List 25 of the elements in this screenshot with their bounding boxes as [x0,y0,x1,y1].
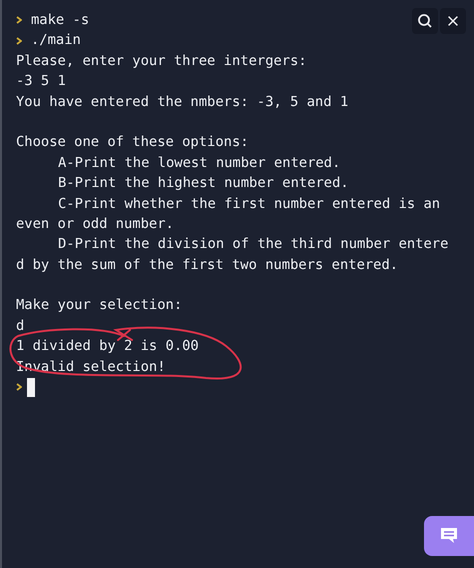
output-text: even or odd number. [16,214,174,234]
output-text: C-Print whether the first number entered is an [58,194,440,214]
output-text: d by the sum of the first two numbers entered. [16,256,398,275]
chat-icon [439,527,459,545]
prompt-icon [16,383,22,392]
output-text: A-Print the lowest number entered. [58,154,340,173]
output-text: You have entered the nmbers: -3, 5 and 1 [16,92,348,112]
command-text: make -s [31,11,90,30]
close-button[interactable] [440,8,466,34]
output-text: -3 5 1 [16,72,66,92]
command-text: ./main [31,31,81,50]
output-text: Make your selection: [16,296,182,316]
search-button[interactable] [412,8,438,34]
output-text: 1 divided by 2 is 0.00 [16,337,199,356]
search-icon [417,13,433,29]
prompt-icon [16,36,22,45]
text-cursor [27,378,35,397]
output-text: Choose one of these options: [16,133,249,152]
output-text: Please, enter your three intergers: [16,52,307,71]
close-icon [446,14,460,28]
output-text: B-Print the highest number entered. [58,174,349,194]
output-text: D-Print the division of the third number entere [58,235,448,254]
chat-button[interactable] [424,516,474,556]
output-text: d [16,316,24,336]
prompt-icon [16,16,22,24]
